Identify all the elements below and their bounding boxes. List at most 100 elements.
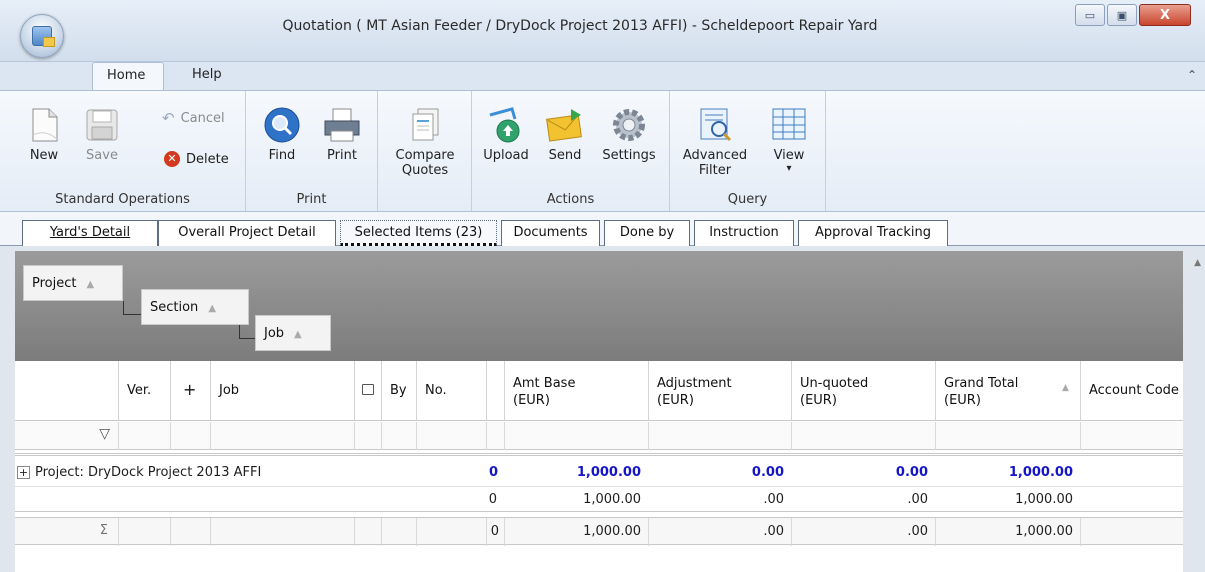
collapse-ribbon-icon[interactable]: ⌃ — [1187, 68, 1197, 82]
group-chip-project[interactable]: Project ▲ — [23, 265, 123, 301]
column-header-adjustment[interactable]: Adjustment (EUR) — [649, 361, 792, 421]
column-header-amt-base[interactable]: Amt Base (EUR) — [505, 361, 649, 421]
print-label: Print — [327, 148, 357, 163]
column-header-plus[interactable]: + — [171, 361, 211, 421]
tab-home[interactable]: Home — [92, 62, 164, 90]
sort-arrow-icon: ▲ — [294, 329, 302, 340]
tab-selected-items[interactable]: Selected Items (23) — [340, 220, 497, 246]
compare-label-line1: Compare — [395, 148, 455, 163]
column-header-no[interactable]: No. — [417, 361, 487, 421]
filter-cell[interactable] — [649, 422, 792, 450]
save-label: Save — [86, 148, 118, 163]
save-button[interactable]: Save — [80, 105, 124, 163]
save-disk-icon — [82, 105, 122, 145]
column-header-account-code[interactable]: Account Code — [1081, 361, 1183, 421]
items-grid: Ver. + Job By No. Amt Base (EUR) Adjustme… — [15, 361, 1183, 572]
group-no: 0 — [488, 465, 498, 480]
group-row-project[interactable]: + Project: DryDock Project 2013 AFFI 0 1… — [15, 460, 1183, 486]
advanced-filter-line2: Filter — [698, 163, 732, 178]
column-header-grand-total-label: Grand Total (EUR) — [944, 375, 1018, 409]
view-dropdown-icon: ▾ — [786, 163, 792, 174]
new-button[interactable]: New — [22, 105, 66, 163]
tab-documents[interactable]: Documents — [501, 220, 600, 246]
group-chip-job[interactable]: Job ▲ — [255, 315, 331, 351]
settings-button[interactable]: Settings — [596, 105, 662, 163]
group-connector — [239, 325, 255, 339]
tab-approval-tracking[interactable]: Approval Tracking — [798, 220, 948, 246]
column-header-account-code-label: Account Code — [1089, 383, 1179, 398]
adjustment-line2: (EUR) — [657, 393, 694, 408]
subtotal-no: 0 — [488, 492, 497, 507]
group-by-panel: Project ▲ Section ▲ Job ▲ — [15, 251, 1183, 361]
ribbon-tab-strip: Home Help — [0, 62, 1205, 90]
cancel-button[interactable]: ↶ Cancel — [162, 109, 225, 127]
advanced-filter-button[interactable]: Advanced Filter — [678, 105, 752, 178]
send-button[interactable]: Send — [542, 105, 588, 163]
delete-button[interactable]: ✕ Delete — [164, 151, 229, 167]
amt-base-line1: Amt Base — [513, 376, 576, 391]
filter-cell[interactable] — [119, 422, 171, 450]
scroll-up-icon[interactable]: ▲ — [1194, 258, 1201, 268]
group-actions: Upload Send Settings Actions — [472, 91, 670, 211]
amt-base-line2: (EUR) — [513, 393, 550, 408]
filter-cell[interactable] — [171, 422, 211, 450]
group-compare: Compare Quotes — [378, 91, 472, 211]
minimize-button[interactable]: ▭ — [1075, 4, 1105, 26]
find-button[interactable]: Find — [260, 105, 304, 163]
filter-cell[interactable] — [382, 422, 417, 450]
window-title: Quotation ( MT Asian Feeder / DryDock Pr… — [282, 18, 878, 34]
total-cell — [171, 518, 211, 546]
grid-view-icon — [769, 105, 809, 145]
filter-cell-indicator[interactable]: ▽ — [15, 422, 119, 450]
group-subtotal-row: 0 1,000.00 .00 .00 1,000.00 — [15, 486, 1183, 512]
total-indicator-cell: Σ — [15, 518, 119, 546]
expand-toggle[interactable]: + — [17, 466, 30, 479]
settings-label: Settings — [602, 148, 656, 163]
column-header-narrow[interactable] — [487, 361, 505, 421]
column-header-attachment[interactable] — [355, 361, 382, 421]
document-tab-strip: Yard's Detail Overall Project Detail Sel… — [0, 212, 1205, 246]
filter-cell[interactable] — [792, 422, 936, 450]
filter-cell[interactable] — [505, 422, 649, 450]
upload-button[interactable]: Upload — [480, 105, 532, 163]
new-document-icon — [24, 105, 64, 145]
column-header-job-label: Job — [219, 383, 240, 398]
group-standard-operations: New Save ↶ Cancel ✕ Delete Standard Oper… — [0, 91, 246, 211]
filter-cell[interactable] — [417, 422, 487, 450]
envelope-icon — [545, 105, 585, 145]
view-button[interactable]: View ▾ — [766, 105, 812, 174]
tab-yards-detail[interactable]: Yard's Detail — [22, 220, 158, 246]
ribbon: New Save ↶ Cancel ✕ Delete Standard Oper… — [0, 90, 1205, 212]
column-header-unquoted-label: Un-quoted (EUR) — [800, 375, 868, 409]
column-header-plus-label: + — [183, 380, 197, 399]
group-label-actions: Actions — [546, 192, 595, 207]
column-header-no-label: No. — [425, 383, 447, 398]
gear-icon — [609, 105, 649, 145]
tab-done-by[interactable]: Done by — [604, 220, 690, 246]
filter-cell[interactable] — [211, 422, 355, 450]
filter-funnel-icon[interactable]: ▽ — [99, 426, 110, 442]
subtotal-unquoted: .00 — [907, 492, 928, 507]
tab-instruction[interactable]: Instruction — [694, 220, 794, 246]
grid-separator — [15, 453, 1183, 456]
column-header-grand-total[interactable]: Grand Total (EUR) ▲ — [936, 361, 1081, 421]
grand-total-row: Σ 0 1,000.00 .00 .00 1,000.00 — [15, 517, 1183, 546]
tab-overall-project-detail[interactable]: Overall Project Detail — [158, 220, 336, 246]
filter-cell[interactable] — [936, 422, 1081, 450]
sort-arrow-icon: ▲ — [1062, 383, 1069, 393]
filter-cell[interactable] — [355, 422, 382, 450]
print-button[interactable]: Print — [318, 105, 366, 163]
filter-cell[interactable] — [487, 422, 505, 450]
column-header-job[interactable]: Job — [211, 361, 355, 421]
upload-label: Upload — [483, 148, 529, 163]
compare-quotes-button[interactable]: Compare Quotes — [392, 105, 458, 178]
group-chip-section[interactable]: Section ▲ — [141, 289, 249, 325]
tab-help[interactable]: Help — [178, 62, 236, 90]
column-header-ver[interactable]: Ver. — [119, 361, 171, 421]
compare-label-line2: Quotes — [401, 163, 449, 178]
column-header-unquoted[interactable]: Un-quoted (EUR) — [792, 361, 936, 421]
maximize-button[interactable]: ▣ — [1107, 4, 1137, 26]
column-header-by[interactable]: By — [382, 361, 417, 421]
undo-arrow-icon: ↶ — [162, 109, 175, 127]
close-button[interactable]: X — [1139, 4, 1191, 26]
